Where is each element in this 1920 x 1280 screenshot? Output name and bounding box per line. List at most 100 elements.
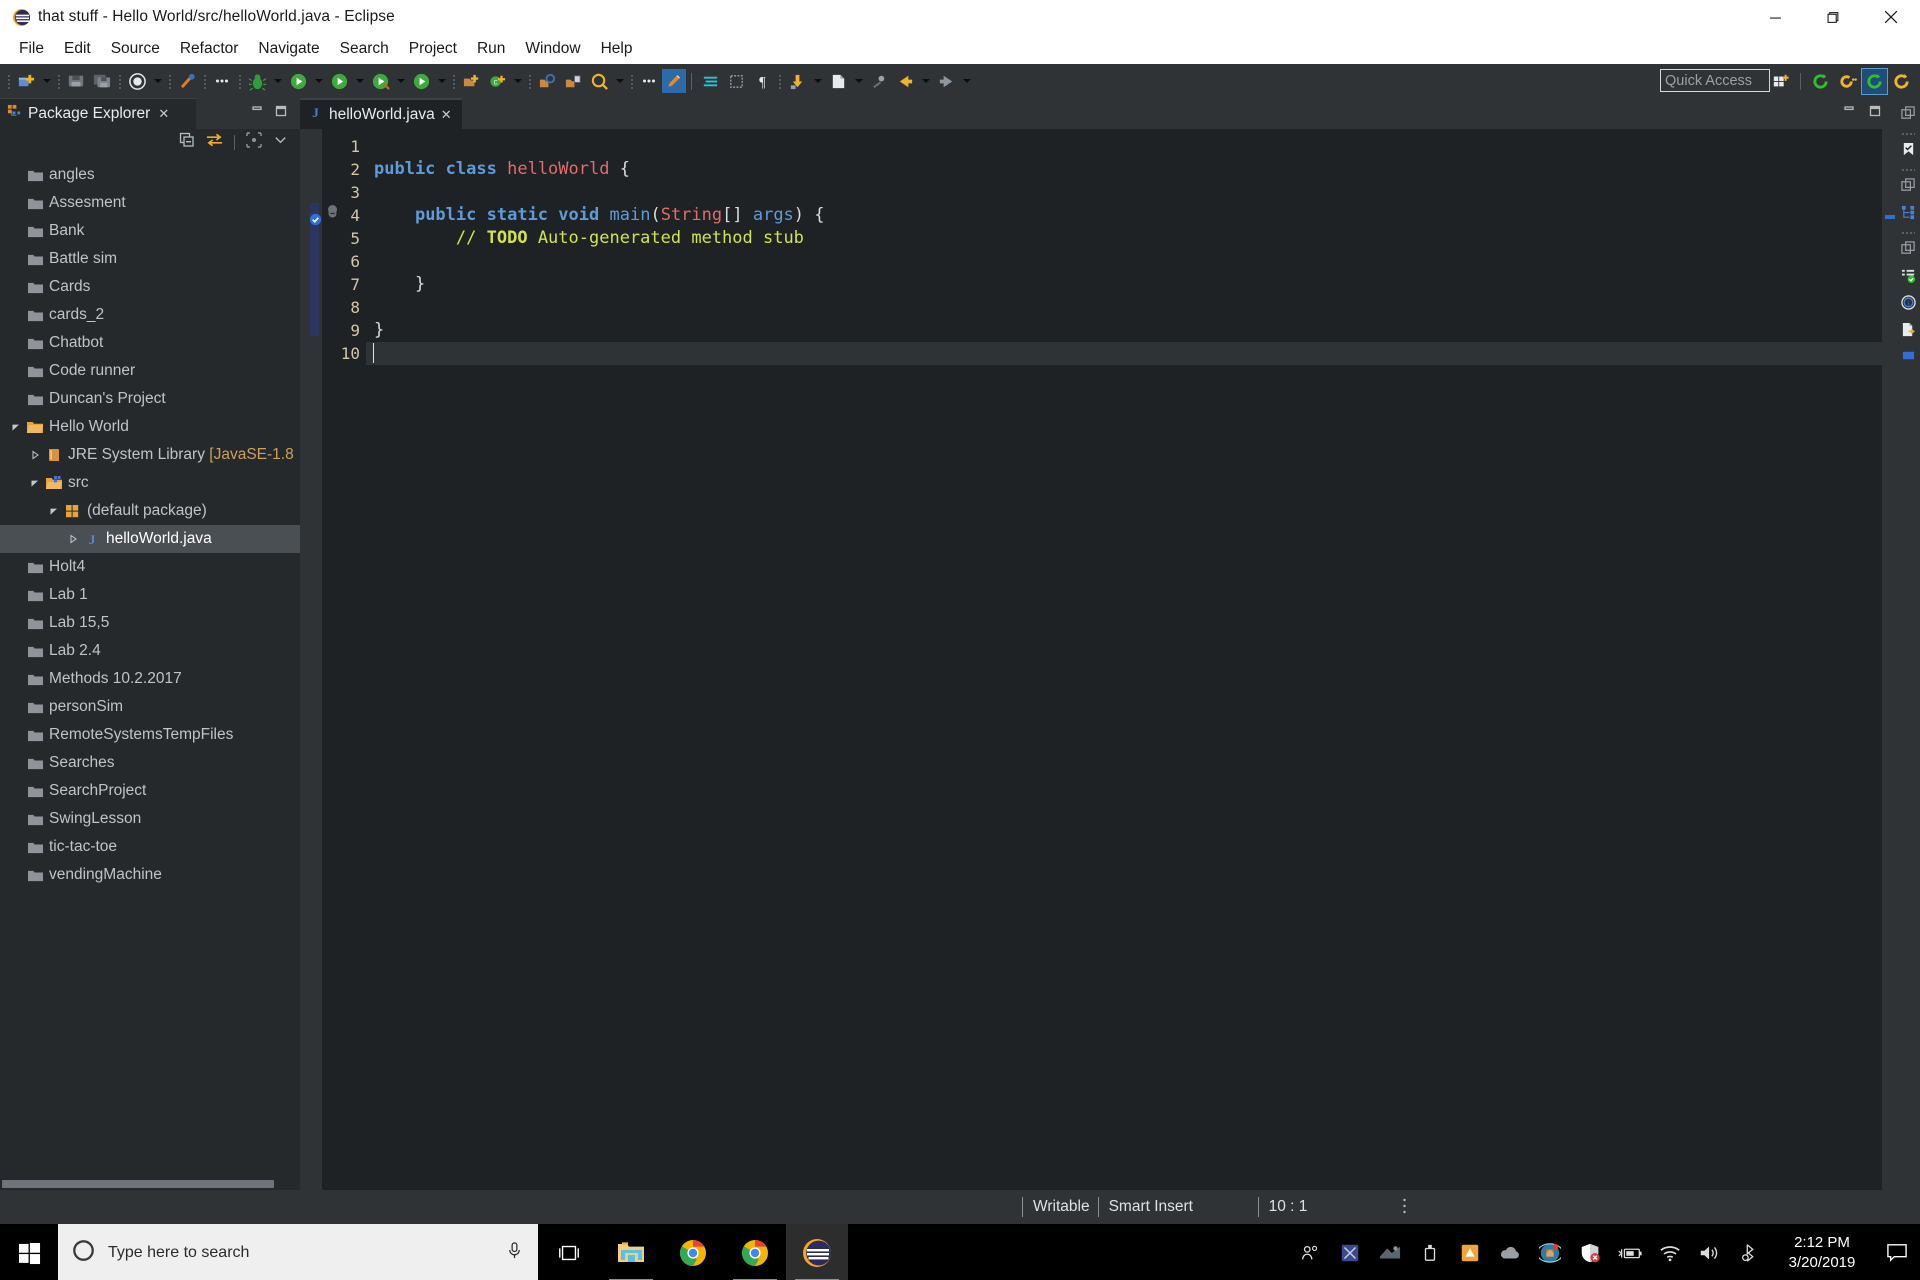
run-icon[interactable] xyxy=(285,68,311,94)
external-tools-icon[interactable] xyxy=(326,68,352,94)
mark-occurrences-dropdown[interactable] xyxy=(150,68,165,94)
restore-view-icon-3[interactable] xyxy=(1900,241,1916,261)
onedrive-icon[interactable] xyxy=(1490,1224,1530,1280)
pilcrow-icon[interactable]: ¶ xyxy=(749,68,775,94)
save-icon[interactable] xyxy=(63,68,89,94)
code-line[interactable]: public class helloWorld { xyxy=(366,158,1882,181)
tree-item-angles[interactable]: angles xyxy=(0,161,300,189)
link-with-editor-icon[interactable] xyxy=(206,132,223,153)
tree-vertical-scrollbar[interactable] xyxy=(288,155,299,1178)
maximize-button[interactable] xyxy=(1804,0,1862,34)
open-perspective-icon[interactable] xyxy=(1768,69,1793,94)
new-class-icon[interactable]: C xyxy=(484,68,510,94)
tree-item-cards[interactable]: Cards xyxy=(0,273,300,301)
search-input[interactable]: Type here to search xyxy=(58,1224,538,1280)
collapse-method-icon[interactable] xyxy=(328,205,337,218)
restore-view-icon[interactable] xyxy=(1900,106,1916,126)
coverage-icon[interactable] xyxy=(367,68,393,94)
code-line[interactable] xyxy=(366,135,1882,158)
tree-item-battle-sim[interactable]: Battle sim xyxy=(0,245,300,273)
annotation-ruler[interactable] xyxy=(309,129,322,1190)
code-line[interactable]: } xyxy=(366,319,1882,342)
microphone-icon[interactable] xyxy=(505,1241,524,1265)
focus-on-active-task-icon[interactable] xyxy=(246,131,262,153)
start-button[interactable] xyxy=(0,1224,58,1280)
code-line[interactable] xyxy=(366,296,1882,319)
forward-dropdown[interactable] xyxy=(959,68,974,94)
bug-icon[interactable] xyxy=(244,68,270,94)
tree-item-duncan-s-project[interactable]: Duncan's Project xyxy=(0,385,300,413)
quick-access-input[interactable]: Quick Access xyxy=(1660,69,1770,92)
view-menu-icon[interactable] xyxy=(273,132,288,152)
open-task-icon[interactable] xyxy=(560,68,586,94)
java-browsing-icon[interactable] xyxy=(1889,69,1914,94)
search-icon[interactable] xyxy=(586,68,612,94)
forward-arrow-icon[interactable] xyxy=(933,68,959,94)
back-dropdown[interactable] xyxy=(918,68,933,94)
outline-view-icon[interactable] xyxy=(1901,349,1916,367)
tree-item-lab-1[interactable]: Lab 1 xyxy=(0,581,300,609)
file-explorer-icon[interactable] xyxy=(600,1224,662,1280)
menu-help[interactable]: Help xyxy=(591,38,643,60)
tree-item-personsim[interactable]: personSim xyxy=(0,693,300,721)
run-last-icon[interactable] xyxy=(408,68,434,94)
code-content[interactable]: public class helloWorld { public static … xyxy=(328,129,1882,1190)
block-selection-icon[interactable] xyxy=(723,68,749,94)
tree-item-chatbot[interactable]: Chatbot xyxy=(0,329,300,357)
maximize-editor-icon[interactable] xyxy=(1868,104,1882,123)
tree-item-methods-10-2-2017[interactable]: Methods 10.2.2017 xyxy=(0,665,300,693)
tree-item-helloworld-java[interactable]: JhelloWorld.java xyxy=(0,525,300,553)
open-type-icon[interactable] xyxy=(534,68,560,94)
project-tree[interactable]: angles Assesment Bank Battle sim Cards cards_… xyxy=(0,155,300,1178)
java-perspective-icon[interactable] xyxy=(1808,69,1833,94)
menu-edit[interactable]: Edit xyxy=(54,38,101,60)
task-view-icon[interactable] xyxy=(538,1224,600,1280)
tree-item-searches[interactable]: Searches xyxy=(0,749,300,777)
prev-annotation-icon[interactable] xyxy=(825,68,851,94)
tree-item-cards-2[interactable]: cards_2 xyxy=(0,301,300,329)
search-dropdown[interactable] xyxy=(612,68,627,94)
problems-view-icon[interactable] xyxy=(1901,268,1916,288)
code-line[interactable] xyxy=(366,250,1882,273)
tree-item-lab-2-4[interactable]: Lab 2.4 xyxy=(0,637,300,665)
menu-source[interactable]: Source xyxy=(101,38,170,60)
battery-icon[interactable] xyxy=(1610,1224,1650,1280)
code-line[interactable] xyxy=(366,181,1882,204)
menu-search[interactable]: Search xyxy=(330,38,399,60)
scrollbar-thumb[interactable] xyxy=(2,1180,274,1188)
tree-item-bank[interactable]: Bank xyxy=(0,217,300,245)
task-marker-icon[interactable] xyxy=(309,213,322,231)
tab-package-explorer[interactable]: Package Explorer ✕ xyxy=(0,98,196,129)
new-project-icon[interactable] xyxy=(458,68,484,94)
link-icon[interactable] xyxy=(174,68,200,94)
code-editor[interactable]: 1 2 3 4 5 6 7 8 9 10 public class helloWorld { pu… xyxy=(300,129,1896,1190)
tree-item-jre-system-library[interactable]: JRE System Library [JavaSE-1.8 xyxy=(0,441,300,469)
prev-annotation-dropdown[interactable] xyxy=(851,68,866,94)
new-class-dropdown[interactable] xyxy=(510,68,525,94)
taskbar-clock[interactable]: 2:12 PM 3/20/2019 xyxy=(1770,1224,1874,1280)
minimize-button[interactable] xyxy=(1746,0,1804,34)
tree-item-searchproject[interactable]: SearchProject xyxy=(0,777,300,805)
app-tray-icon-1[interactable] xyxy=(1330,1224,1370,1280)
tab-helloworld-java[interactable]: J helloWorld.java ✕ xyxy=(300,98,462,129)
save-all-icon[interactable] xyxy=(89,68,115,94)
minimize-editor-icon[interactable] xyxy=(1842,104,1856,123)
toolbar-handle-1[interactable] xyxy=(4,68,13,94)
pencil-icon[interactable] xyxy=(662,69,686,93)
cpp-perspective-icon[interactable] xyxy=(1835,69,1860,94)
menu-refactor[interactable]: Refactor xyxy=(170,38,249,60)
maximize-view-icon[interactable] xyxy=(274,104,288,123)
run-last-dropdown[interactable] xyxy=(434,68,449,94)
java-perspective-active-icon[interactable] xyxy=(1861,67,1888,95)
menu-navigate[interactable]: Navigate xyxy=(248,38,329,60)
eclipse-taskbar-icon[interactable] xyxy=(786,1224,848,1280)
collapse-all-icon[interactable] xyxy=(179,132,195,153)
mark-occurrences-icon[interactable] xyxy=(124,68,150,94)
amber-app-icon[interactable] xyxy=(1450,1224,1490,1280)
next-annotation-icon[interactable] xyxy=(866,68,892,94)
tree-twisty[interactable] xyxy=(46,506,62,516)
tree-item-assesment[interactable]: Assesment xyxy=(0,189,300,217)
security-shield-icon[interactable] xyxy=(1570,1224,1610,1280)
tree-item-code-runner[interactable]: Code runner xyxy=(0,357,300,385)
tree-item-lab-15-5[interactable]: Lab 15,5 xyxy=(0,609,300,637)
